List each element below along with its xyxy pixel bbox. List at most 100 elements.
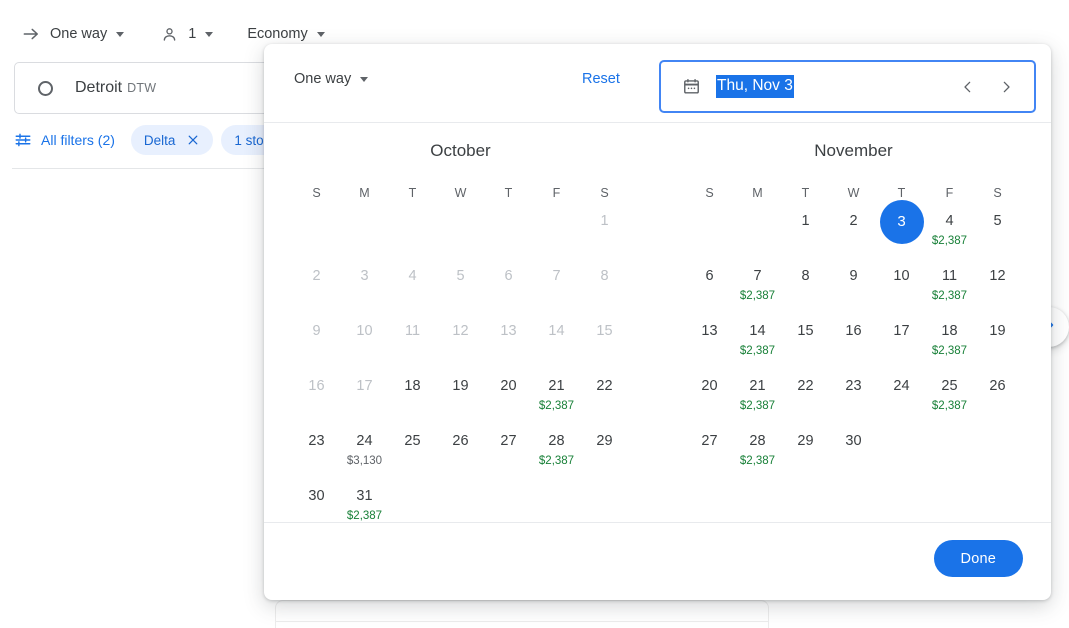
filter-chip-airline[interactable]: Delta (130, 125, 214, 155)
weekday-header: S (705, 186, 714, 200)
calendar-day-price: $2,387 (739, 455, 776, 467)
calendar-day[interactable]: 5 (974, 207, 1022, 255)
calendar-day-number: 28 (749, 433, 766, 449)
calendar-day[interactable]: 26 (437, 427, 485, 475)
calendar-day[interactable]: 24 $3,130 (341, 427, 389, 475)
calendar-day-empty (533, 207, 581, 255)
calendar-day-number: 2 (312, 268, 321, 284)
calendar-day[interactable]: 23 (830, 372, 878, 420)
calendar-day[interactable]: 3 (878, 200, 926, 255)
calendar-day[interactable]: 18 (389, 372, 437, 420)
calendar-day-number: 11 (941, 268, 958, 284)
calendar-day-number: 9 (849, 268, 858, 284)
calendar-day-number: 4 (945, 213, 954, 229)
departure-date-value[interactable]: Thu, Nov 3 (716, 75, 794, 98)
calendar-day-number: 6 (705, 268, 714, 284)
calendar-day[interactable]: 23 (293, 427, 341, 475)
date-picker-dialog: One way Reset Thu, Nov 3 October S M T W… (264, 44, 1051, 600)
reset-button[interactable]: Reset (582, 71, 620, 87)
calendar-day-number: 21 (749, 378, 766, 394)
calendar-day[interactable]: 7 $2,387 (734, 262, 782, 310)
cabin-class-label: Economy (247, 26, 308, 42)
calendar-day[interactable]: 20 (686, 372, 734, 420)
previous-day-button[interactable] (952, 71, 984, 103)
calendar-day-empty (734, 207, 782, 255)
calendar-day[interactable]: 17 (878, 317, 926, 365)
calendar-day[interactable]: 30 (830, 427, 878, 475)
calendar-day[interactable]: 10 (878, 262, 926, 310)
calendar-day[interactable]: 29 (782, 427, 830, 475)
calendar-day-empty (437, 207, 485, 255)
all-filters-label: All filters (2) (41, 132, 115, 148)
dialog-trip-type-label: One way (294, 71, 352, 87)
calendar-day-number: 27 (701, 433, 718, 449)
calendar-day-number: 25 (941, 378, 958, 394)
calendar-day[interactable]: 20 (485, 372, 533, 420)
calendar-day[interactable]: 2 (830, 207, 878, 255)
calendar-day[interactable]: 6 (686, 262, 734, 310)
calendar-day[interactable]: 18 $2,387 (926, 317, 974, 365)
calendar-day[interactable]: 26 (974, 372, 1022, 420)
calendar-day[interactable]: 22 (782, 372, 830, 420)
calendar-day[interactable]: 27 (686, 427, 734, 475)
calendar-day-number: 26 (452, 433, 469, 449)
passengers-selector[interactable]: 1 (152, 20, 219, 48)
calendar-day[interactable]: 21 $2,387 (734, 372, 782, 420)
all-filters-button[interactable]: All filters (2) (14, 131, 131, 149)
weekday-header: S (312, 186, 321, 200)
calendar-day[interactable]: 12 (974, 262, 1022, 310)
month-title: October (430, 141, 491, 160)
calendar-day[interactable]: 28 $2,387 (734, 427, 782, 475)
calendar-day-number: 23 (845, 378, 862, 394)
calendar-day[interactable]: 15 (782, 317, 830, 365)
calendar-day-number: 12 (989, 268, 1006, 284)
weekday-header: F (552, 186, 561, 200)
calendar-day: 10 (341, 317, 389, 365)
arrow-right-icon (20, 23, 42, 45)
filter-chip-label: Delta (143, 132, 176, 148)
calendar-day-price: $2,387 (931, 400, 968, 412)
calendar-day[interactable]: 28 $2,387 (533, 427, 581, 475)
calendar-day-number: 14 (749, 323, 766, 339)
calendar-day-empty (686, 207, 734, 255)
calendar-day-number: 19 (989, 323, 1006, 339)
next-day-button[interactable] (990, 71, 1022, 103)
calendar-day[interactable]: 25 (389, 427, 437, 475)
calendar-day[interactable]: 13 (686, 317, 734, 365)
calendar-day[interactable]: 19 (437, 372, 485, 420)
date-picker-header: One way Reset Thu, Nov 3 (264, 44, 1051, 123)
calendar-day[interactable]: 16 (830, 317, 878, 365)
calendar-day[interactable]: 8 (782, 262, 830, 310)
calendar-day[interactable]: 22 (581, 372, 629, 420)
calendar-day-number: 24 (356, 433, 373, 449)
calendar-day: 17 (341, 372, 389, 420)
calendar-day-number: 10 (356, 323, 373, 339)
calendar-day[interactable]: 1 (782, 207, 830, 255)
weekday-header: T (801, 186, 810, 200)
calendar-day[interactable]: 27 (485, 427, 533, 475)
trip-type-selector[interactable]: One way (14, 20, 130, 48)
calendar-day-number: 1 (801, 213, 810, 229)
calendar-day: 14 (533, 317, 581, 365)
calendar-day[interactable]: 29 (581, 427, 629, 475)
calendar-day-empty (878, 427, 926, 475)
calendar-day[interactable]: 4 $2,387 (926, 207, 974, 255)
weekday-header: W (847, 186, 860, 200)
dialog-trip-type-selector[interactable]: One way (294, 71, 369, 87)
calendar-day[interactable]: 11 $2,387 (926, 262, 974, 310)
calendar-day-number: 10 (893, 268, 910, 284)
calendar-day: 15 (581, 317, 629, 365)
calendar-day-number: 3 (879, 200, 924, 244)
calendar-day[interactable]: 25 $2,387 (926, 372, 974, 420)
calendar-day[interactable]: 21 $2,387 (533, 372, 581, 420)
week-row: 23 24 $3,130 25 26 27 28 $2,387 29 (264, 427, 657, 475)
calendar-day[interactable]: 9 (830, 262, 878, 310)
calendar-day-number: 8 (801, 268, 810, 284)
week-row: 2 3 4 5 6 7 8 (264, 262, 657, 310)
calendar-day[interactable]: 14 $2,387 (734, 317, 782, 365)
calendar-day[interactable]: 19 (974, 317, 1022, 365)
done-button[interactable]: Done (933, 540, 1023, 577)
close-icon[interactable] (186, 133, 200, 147)
departure-date-field[interactable]: Thu, Nov 3 (659, 60, 1036, 113)
calendar-day[interactable]: 24 (878, 372, 926, 420)
